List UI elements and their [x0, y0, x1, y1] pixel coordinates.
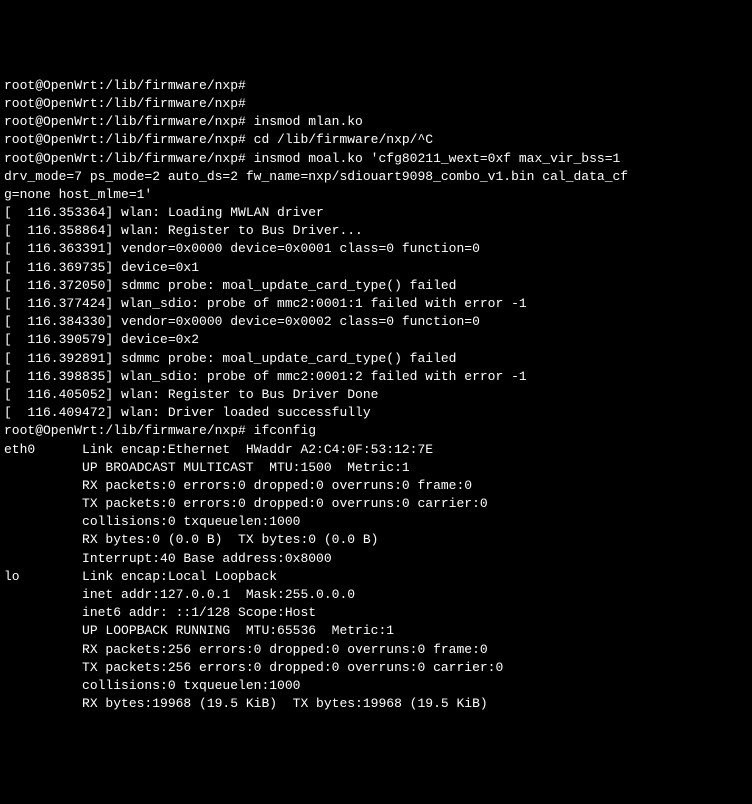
- output-line: inet6 addr: ::1/128 Scope:Host: [4, 604, 748, 622]
- output-line: inet addr:127.0.0.1 Mask:255.0.0.0: [4, 586, 748, 604]
- kernel-message: [ 116.363391] vendor=0x0000 device=0x000…: [4, 240, 748, 258]
- command-continuation: g=none host_mlme=1': [4, 186, 748, 204]
- prompt-line: root@OpenWrt:/lib/firmware/nxp#: [4, 95, 748, 113]
- output-line: RX bytes:0 (0.0 B) TX bytes:0 (0.0 B): [4, 531, 748, 549]
- prompt-line: root@OpenWrt:/lib/firmware/nxp#: [4, 77, 748, 95]
- kernel-message: [ 116.398835] wlan_sdio: probe of mmc2:0…: [4, 368, 748, 386]
- command-continuation: drv_mode=7 ps_mode=2 auto_ds=2 fw_name=n…: [4, 168, 748, 186]
- kernel-message: [ 116.377424] wlan_sdio: probe of mmc2:0…: [4, 295, 748, 313]
- output-line: RX packets:256 errors:0 dropped:0 overru…: [4, 641, 748, 659]
- prompt-line: root@OpenWrt:/lib/firmware/nxp# insmod m…: [4, 150, 748, 168]
- output-line: TX packets:256 errors:0 dropped:0 overru…: [4, 659, 748, 677]
- output-line: collisions:0 txqueuelen:1000: [4, 513, 748, 531]
- kernel-message: [ 116.372050] sdmmc probe: moal_update_c…: [4, 277, 748, 295]
- kernel-message: [ 116.405052] wlan: Register to Bus Driv…: [4, 386, 748, 404]
- terminal-output[interactable]: root@OpenWrt:/lib/firmware/nxp#root@Open…: [4, 77, 748, 714]
- prompt-line: root@OpenWrt:/lib/firmware/nxp# cd /lib/…: [4, 131, 748, 149]
- kernel-message: [ 116.384330] vendor=0x0000 device=0x000…: [4, 313, 748, 331]
- kernel-message: [ 116.353364] wlan: Loading MWLAN driver: [4, 204, 748, 222]
- output-line: Interrupt:40 Base address:0x8000: [4, 550, 748, 568]
- kernel-message: [ 116.358864] wlan: Register to Bus Driv…: [4, 222, 748, 240]
- kernel-message: [ 116.390579] device=0x2: [4, 331, 748, 349]
- output-line: eth0 Link encap:Ethernet HWaddr A2:C4:0F…: [4, 441, 748, 459]
- kernel-message: [ 116.369735] device=0x1: [4, 259, 748, 277]
- output-line: UP LOOPBACK RUNNING MTU:65536 Metric:1: [4, 622, 748, 640]
- kernel-message: [ 116.392891] sdmmc probe: moal_update_c…: [4, 350, 748, 368]
- output-line: RX packets:0 errors:0 dropped:0 overruns…: [4, 477, 748, 495]
- output-line: UP BROADCAST MULTICAST MTU:1500 Metric:1: [4, 459, 748, 477]
- kernel-message: [ 116.409472] wlan: Driver loaded succes…: [4, 404, 748, 422]
- output-line: collisions:0 txqueuelen:1000: [4, 677, 748, 695]
- output-line: TX packets:0 errors:0 dropped:0 overruns…: [4, 495, 748, 513]
- prompt-line: root@OpenWrt:/lib/firmware/nxp# insmod m…: [4, 113, 748, 131]
- prompt-line: root@OpenWrt:/lib/firmware/nxp# ifconfig: [4, 422, 748, 440]
- output-line: lo Link encap:Local Loopback: [4, 568, 748, 586]
